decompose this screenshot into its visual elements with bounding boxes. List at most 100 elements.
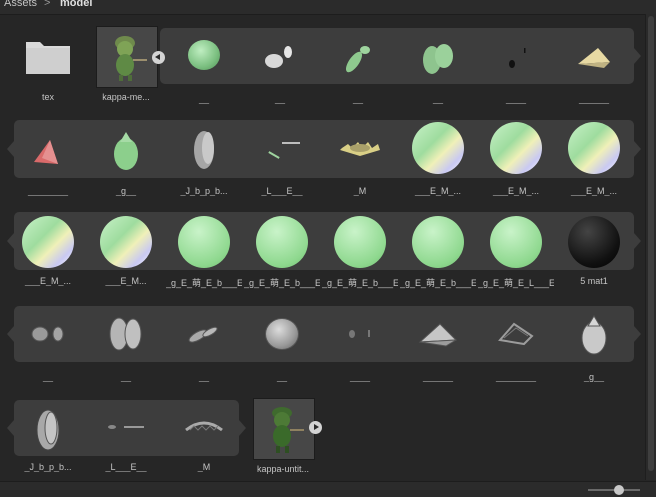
subasset-mesh[interactable]: ______ xyxy=(556,30,632,104)
asset-label: ____ xyxy=(349,372,371,382)
subasset-mesh[interactable]: _M xyxy=(166,400,242,480)
mesh-icon xyxy=(260,132,304,166)
strip-notch xyxy=(634,48,641,64)
breadcrumb-current[interactable]: model xyxy=(60,0,92,9)
mesh-icon xyxy=(182,320,226,346)
strip-notch xyxy=(634,233,641,249)
subasset-mesh[interactable]: ___E_M_... xyxy=(10,212,86,292)
zoom-slider-knob[interactable] xyxy=(614,485,624,495)
subasset-mesh[interactable]: __ xyxy=(320,30,396,104)
subasset-mesh[interactable]: _J_b_p_b... xyxy=(166,120,242,198)
mesh-icon xyxy=(108,128,144,172)
asset-label: ____ xyxy=(505,94,527,104)
subasset-mesh[interactable]: ___E_M_... xyxy=(556,120,632,198)
expand-left-icon[interactable] xyxy=(152,51,165,64)
subasset-material[interactable]: _g_E_萌_E_b___E... xyxy=(244,212,320,292)
mesh-icon xyxy=(496,44,536,72)
subasset-material[interactable]: _g_E_萌_E_L___E... xyxy=(478,212,554,292)
mesh-icon xyxy=(412,122,464,174)
subasset-mesh[interactable]: __ xyxy=(166,306,242,386)
mesh-icon xyxy=(576,312,612,356)
model-prefab-icon xyxy=(272,407,304,453)
mesh-icon xyxy=(338,40,378,74)
subasset-mesh[interactable]: ________ xyxy=(478,306,554,386)
subasset-mesh[interactable]: ___E_M_... xyxy=(478,120,554,198)
asset-model-kappa-untitled-thumb[interactable] xyxy=(253,398,315,460)
mesh-icon xyxy=(418,38,458,78)
subasset-mesh[interactable]: __ xyxy=(242,30,318,104)
asset-label: ___E_M... xyxy=(105,276,147,286)
asset-model-kappa-me-thumb[interactable] xyxy=(96,26,158,88)
asset-label: 5 mat1 xyxy=(580,276,608,286)
scrollbar-thumb[interactable] xyxy=(648,16,654,471)
subasset-mesh[interactable]: __ xyxy=(10,306,86,386)
asset-label: __ xyxy=(120,372,131,382)
asset-label: __ xyxy=(352,94,363,104)
asset-label: ___E_M_... xyxy=(570,186,618,196)
subasset-material[interactable]: _g_E_萌_E_b___E... xyxy=(166,212,242,292)
asset-label: _M xyxy=(197,462,211,472)
asset-label: _g__ xyxy=(583,372,605,382)
asset-label: _g_E_萌_E_b___E... xyxy=(244,278,320,288)
asset-label: ________ xyxy=(495,372,537,382)
mesh-icon xyxy=(265,318,299,350)
subasset-mesh[interactable]: __ xyxy=(400,30,476,104)
folder-icon xyxy=(24,36,72,76)
subasset-mesh[interactable]: _J_b_p_b... xyxy=(10,400,86,480)
subasset-mesh[interactable]: ________ xyxy=(10,120,86,198)
subasset-mesh[interactable]: __ xyxy=(244,306,320,386)
expand-right-icon[interactable] xyxy=(309,421,322,434)
material-icon xyxy=(568,216,620,268)
asset-label: _J_b_p_b... xyxy=(180,186,228,196)
mesh-icon xyxy=(574,42,614,70)
asset-label: _g_E_萌_E_b___E... xyxy=(400,278,476,288)
material-icon xyxy=(256,216,308,268)
mesh-icon xyxy=(30,404,66,452)
asset-label: kappa-untit... xyxy=(256,464,310,474)
material-icon xyxy=(334,216,386,268)
asset-label: _g_E_萌_E_b___E... xyxy=(166,278,242,288)
subasset-mesh[interactable]: _g__ xyxy=(88,120,164,198)
breadcrumb-separator: > xyxy=(44,0,51,9)
subasset-mesh[interactable]: ______ xyxy=(400,306,476,386)
material-icon xyxy=(412,216,464,268)
subasset-mesh[interactable]: __ xyxy=(166,30,242,104)
material-icon xyxy=(178,216,230,268)
subasset-mesh[interactable]: ____ xyxy=(478,30,554,104)
subasset-mesh[interactable]: _g__ xyxy=(556,306,632,386)
mesh-icon xyxy=(338,322,382,346)
asset-label: _M xyxy=(353,186,367,196)
subasset-mesh[interactable]: ____ xyxy=(322,306,398,386)
asset-label: __ xyxy=(198,94,209,104)
asset-folder-tex[interactable]: tex xyxy=(10,30,86,102)
subasset-mesh[interactable]: ___E_M... xyxy=(88,212,164,292)
subasset-mesh[interactable]: _L___E__ xyxy=(244,120,320,198)
mesh-icon xyxy=(338,136,382,160)
subasset-mesh[interactable]: ___E_M_... xyxy=(400,120,476,198)
subasset-mesh[interactable]: __ xyxy=(88,306,164,386)
subasset-material[interactable]: _g_E_萌_E_b___E... xyxy=(400,212,476,292)
breadcrumb-root[interactable]: Assets xyxy=(4,0,37,9)
asset-label: __ xyxy=(274,94,285,104)
asset-label: kappa-me... xyxy=(102,92,150,102)
asset-label: _J_b_p_b... xyxy=(24,462,72,472)
strip-notch xyxy=(634,141,641,157)
asset-label: _L___E__ xyxy=(261,186,303,196)
mesh-icon xyxy=(104,314,148,354)
mesh-icon xyxy=(260,42,300,72)
asset-label: __ xyxy=(42,372,53,382)
mesh-icon xyxy=(28,134,68,168)
mesh-icon xyxy=(568,122,620,174)
subasset-material[interactable]: _g_E_萌_E_b___E... xyxy=(322,212,398,292)
mesh-icon xyxy=(182,416,226,436)
subasset-mesh[interactable]: _L___E__ xyxy=(88,400,164,480)
asset-label: tex xyxy=(41,92,54,102)
asset-label: ___E_M_... xyxy=(24,276,72,286)
asset-label: __ xyxy=(432,94,443,104)
asset-label: _g_E_萌_E_L___E... xyxy=(478,278,554,288)
asset-label: ________ xyxy=(27,186,69,196)
asset-label: __ xyxy=(276,372,287,382)
subasset-material[interactable]: 5 mat1 xyxy=(556,212,632,292)
mesh-icon xyxy=(186,126,222,172)
subasset-mesh[interactable]: _M xyxy=(322,120,398,198)
